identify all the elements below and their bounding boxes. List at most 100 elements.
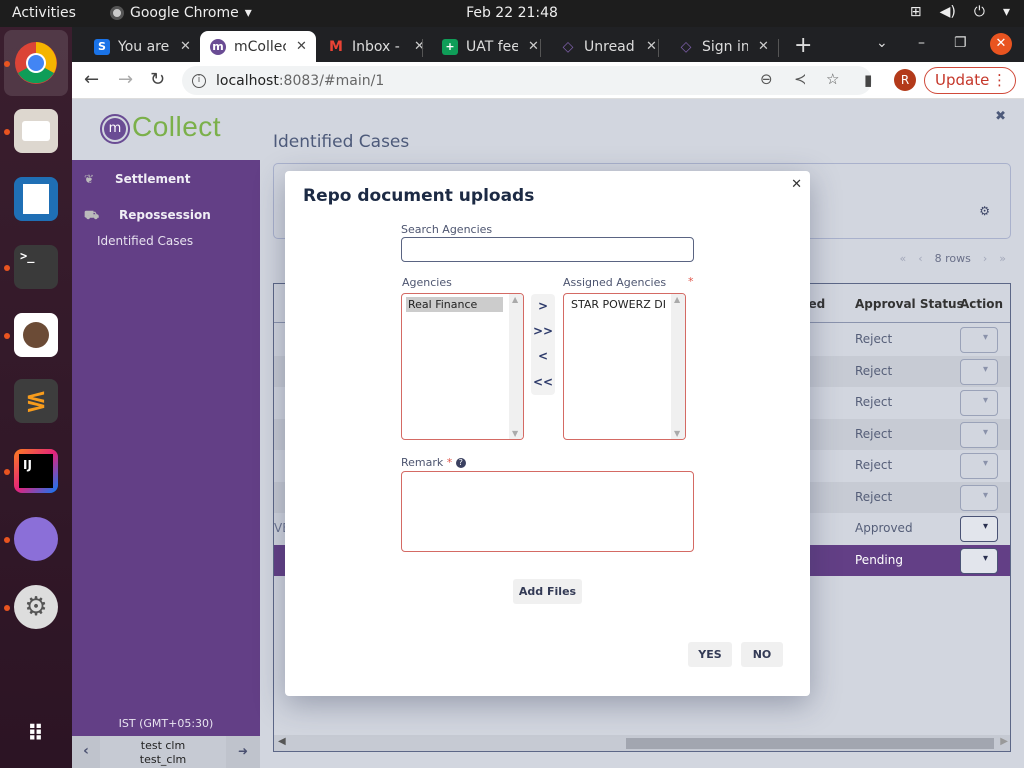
dock-network[interactable]: [14, 517, 58, 561]
next-page-icon[interactable]: ›: [983, 252, 987, 265]
horizontal-scrollbar[interactable]: ◀ ▶: [274, 735, 1010, 751]
running-indicator: [4, 469, 10, 475]
minimize-button[interactable]: –: [918, 35, 925, 51]
tab-divider: [658, 39, 659, 57]
maximize-button[interactable]: ❐: [954, 35, 967, 51]
tab-active[interactable]: m mCollec ✕: [200, 31, 316, 62]
close-window-button[interactable]: ✕: [990, 33, 1012, 55]
close-tab-icon[interactable]: ✕: [528, 39, 539, 54]
bookmark-star-icon[interactable]: ☆: [826, 70, 839, 88]
back-button[interactable]: ←: [84, 69, 99, 90]
listbox-scrollbar[interactable]: ▲ ▼: [671, 294, 685, 439]
help-icon[interactable]: ?: [455, 458, 466, 468]
address-bar[interactable]: i localhost :8083/#main/1 ⊖ ≺ ☆: [182, 66, 872, 95]
agencies-listbox[interactable]: Real Finance ▲ ▼: [401, 293, 524, 440]
close-dialog-icon[interactable]: ✕: [791, 177, 802, 192]
action-dropdown[interactable]: [960, 327, 998, 353]
profile-avatar[interactable]: R: [894, 69, 916, 91]
tab[interactable]: ◇ Sign in ✕: [668, 31, 769, 62]
close-tab-icon[interactable]: ✕: [646, 39, 657, 54]
running-indicator: [4, 605, 10, 611]
listbox-scrollbar[interactable]: ▲ ▼: [509, 294, 523, 439]
clock[interactable]: Feb 22 21:48: [0, 5, 1024, 21]
search-agencies-input[interactable]: [401, 237, 694, 262]
action-dropdown[interactable]: [960, 453, 998, 479]
tab[interactable]: ◇ Unread ✕: [550, 31, 657, 62]
reload-button[interactable]: ↻: [150, 69, 165, 90]
logo: m Collect: [72, 99, 260, 160]
dock-files[interactable]: [14, 109, 58, 153]
scroll-up-icon[interactable]: ▲: [674, 295, 680, 304]
scroll-down-icon[interactable]: ▼: [512, 429, 518, 438]
dialog-title: Repo document uploads: [303, 186, 535, 206]
remark-textarea[interactable]: [401, 471, 694, 552]
no-button[interactable]: NO: [741, 642, 783, 667]
volume-icon: ◀): [939, 4, 956, 20]
scroll-down-icon[interactable]: ▼: [674, 429, 680, 438]
dock-writer[interactable]: [14, 177, 58, 221]
agency-option[interactable]: Real Finance: [406, 297, 503, 312]
dock-chrome[interactable]: [4, 30, 68, 96]
move-all-right-button[interactable]: >>: [531, 324, 555, 338]
action-dropdown[interactable]: [960, 390, 998, 416]
yes-button[interactable]: YES: [688, 642, 732, 667]
approval-status-cell: Reject: [855, 332, 893, 346]
approval-status-cell: Reject: [855, 363, 893, 378]
dock-sublime[interactable]: ≶: [14, 379, 58, 423]
search-agencies-label: Search Agencies: [401, 223, 493, 236]
new-tab-button[interactable]: +: [794, 33, 812, 58]
column-header-approval-status[interactable]: Approval Status: [855, 297, 964, 311]
settings-gear-icon[interactable]: ⚙: [979, 204, 990, 218]
column-header-action[interactable]: Action: [960, 297, 1003, 311]
share-icon[interactable]: ≺: [794, 70, 807, 88]
user-info: test clm test_clm: [100, 739, 226, 767]
prev-page-icon[interactable]: ‹: [918, 252, 922, 265]
tab[interactable]: S You are ✕: [84, 31, 191, 62]
zoom-icon[interactable]: ⊖: [760, 70, 773, 88]
dock-dbeaver[interactable]: [14, 313, 58, 357]
scroll-right-icon[interactable]: ▶: [1000, 736, 1008, 747]
close-tab-icon[interactable]: ✕: [296, 39, 307, 54]
collapse-sidebar-button[interactable]: ‹: [72, 736, 100, 768]
side-panel-icon[interactable]: ▮: [864, 71, 872, 89]
move-left-button[interactable]: <: [531, 349, 555, 363]
tab[interactable]: M Inbox - r ✕: [318, 31, 425, 62]
move-right-button[interactable]: >: [531, 299, 555, 313]
system-tray[interactable]: ⊞ ◀) ⏻ ▾: [910, 4, 1010, 20]
close-tab-icon[interactable]: ✕: [414, 39, 425, 54]
timezone-label: IST (GMT+05:30): [118, 717, 214, 730]
close-tab-icon[interactable]: ✕: [180, 39, 191, 54]
dock-terminal[interactable]: >_: [14, 245, 58, 289]
scroll-up-icon[interactable]: ▲: [512, 295, 518, 304]
action-dropdown[interactable]: [960, 421, 998, 448]
close-page-icon[interactable]: ✖: [995, 109, 1006, 124]
action-dropdown[interactable]: [960, 516, 998, 542]
close-tab-icon[interactable]: ✕: [758, 39, 769, 54]
action-dropdown[interactable]: [960, 358, 998, 385]
action-dropdown[interactable]: [960, 484, 998, 511]
assigned-agency-option[interactable]: STAR POWERZ DIGITA: [569, 297, 666, 312]
tab-search-button[interactable]: ⌄: [876, 35, 888, 51]
assigned-agencies-label: Assigned Agencies: [563, 276, 667, 289]
required-asterisk: *: [446, 456, 453, 469]
show-applications-button[interactable]: ⠿: [14, 712, 58, 756]
add-files-button[interactable]: Add Files: [513, 579, 582, 604]
logout-icon[interactable]: ➜: [226, 736, 260, 768]
action-dropdown[interactable]: [960, 547, 998, 574]
dock-intellij[interactable]: IJ: [14, 449, 58, 493]
scrollbar-thumb[interactable]: [626, 738, 994, 749]
first-page-icon[interactable]: «: [899, 252, 906, 265]
assigned-agencies-listbox[interactable]: STAR POWERZ DIGITA ▲ ▼: [563, 293, 686, 440]
move-all-left-button[interactable]: <<: [531, 375, 555, 389]
forward-button[interactable]: →: [118, 69, 133, 90]
dock-settings[interactable]: ⚙: [14, 585, 58, 629]
sidebar-subitem-identified-cases[interactable]: Identified Cases: [97, 234, 193, 248]
last-page-icon[interactable]: »: [999, 252, 1006, 265]
scroll-left-icon[interactable]: ◀: [278, 736, 286, 747]
gear-icon: ⚙: [24, 592, 48, 622]
pager: « ‹ 8 rows › »: [899, 252, 1006, 265]
tab[interactable]: + UAT fee ✕: [432, 31, 539, 62]
site-info-icon[interactable]: i: [192, 73, 206, 88]
update-button[interactable]: Update ⋮: [924, 67, 1016, 94]
sheets-icon: +: [442, 38, 458, 55]
